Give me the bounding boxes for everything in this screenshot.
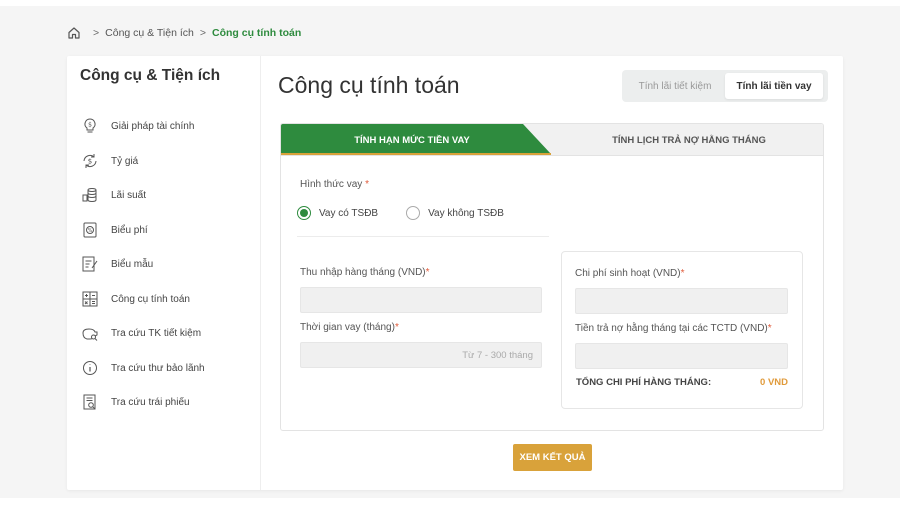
living-cost-input[interactable] [575, 288, 788, 314]
tab-repayment-schedule[interactable]: TÍNH LỊCH TRẢ NỢ HẰNG THÁNG [553, 124, 823, 156]
page-title: Công cụ tính toán [278, 72, 460, 98]
sidebar: Công cụ & Tiện ích $ Giải pháp tài chính… [67, 56, 261, 490]
sidebar-item-bond-lookup[interactable]: Tra cứu trái phiếu [80, 391, 250, 413]
radio-secured-loan[interactable]: Vay có TSĐB [297, 206, 378, 220]
sidebar-item-forms[interactable]: Biểu mẫu [80, 253, 250, 275]
divider [297, 236, 549, 237]
sidebar-item-financial-solutions[interactable]: $ Giải pháp tài chính [80, 115, 250, 137]
home-icon[interactable] [67, 26, 81, 40]
loan-type-radio-group: Vay có TSĐB Vay không TSĐB [297, 206, 532, 220]
fee-document-icon: % [80, 220, 100, 240]
piggy-bank-search-icon [80, 323, 100, 343]
tab-loan-limit[interactable]: TÍNH HẠN MỨC TIỀN VAY [281, 124, 553, 156]
monthly-income-input[interactable] [300, 287, 542, 313]
total-expense-value: 0 VND [760, 377, 788, 388]
sidebar-item-fee-schedule[interactable]: % Biểu phí [80, 219, 250, 241]
tab-loan-limit-label: TÍNH HẠN MỨC TIỀN VAY [354, 134, 470, 146]
radio-secured-loan-label: Vay có TSĐB [319, 207, 379, 219]
sidebar-item-guarantee-lookup[interactable]: Tra cứu thư bảo lãnh [80, 357, 250, 379]
calc-type-toggle: Tính lãi tiết kiệm Tính lãi tiền vay [622, 70, 828, 102]
sidebar-item-calculator[interactable]: Công cụ tính toán [80, 288, 250, 310]
debt-payment-label: Tiền trả nợ hằng tháng tại các TCTD (VND… [575, 323, 772, 334]
sidebar-item-label: Giải pháp tài chính [111, 120, 195, 132]
income-label-text: Thu nhập hàng tháng (VND) [300, 267, 426, 278]
svg-text:$: $ [88, 122, 92, 129]
loan-term-input[interactable] [300, 342, 542, 368]
radio-empty-icon [406, 206, 421, 220]
expenses-box: Chi phí sinh hoạt (VND)* Tiền trả nợ hằn… [561, 251, 803, 409]
required-mark: * [425, 267, 430, 278]
required-mark: * [394, 322, 399, 333]
sidebar-title: Công cụ & Tiện ích [80, 67, 221, 84]
income-label: Thu nhập hàng tháng (VND)* [300, 267, 430, 278]
loan-type-label-text: Hình thức vay [300, 179, 363, 190]
sidebar-item-label: Tra cứu thư bảo lãnh [111, 362, 205, 374]
calculator-panel: TÍNH HẠN MỨC TIỀN VAY TÍNH LỊCH TRẢ NỢ H… [280, 123, 824, 431]
total-expense-row: TỔNG CHI PHÍ HÀNG THÁNG: 0 VND [576, 377, 788, 388]
sidebar-item-label: Tỷ giá [111, 155, 139, 167]
bottom-band [0, 498, 900, 506]
sidebar-item-interest-rate[interactable]: Lãi suất [80, 184, 250, 206]
living-cost-label-text: Chi phí sinh hoạt (VND) [575, 268, 681, 279]
total-expense-label: TỔNG CHI PHÍ HÀNG THÁNG: [576, 377, 712, 388]
calculator-icon [80, 289, 100, 309]
radio-selected-icon [297, 206, 311, 220]
sidebar-item-label: Lãi suất [111, 189, 147, 201]
required-mark: * [680, 268, 685, 279]
svg-text:$: $ [88, 158, 92, 166]
radio-unsecured-loan-label: Vay không TSĐB [428, 207, 504, 219]
tab-bar: TÍNH HẠN MỨC TIỀN VAY TÍNH LỊCH TRẢ NỢ H… [281, 124, 823, 156]
living-cost-label: Chi phí sinh hoạt (VND)* [575, 268, 685, 279]
sidebar-item-exchange-rate[interactable]: $ Tỷ giá [80, 150, 250, 172]
sidebar-item-savings-lookup[interactable]: Tra cứu TK tiết kiệm [80, 322, 250, 344]
breadcrumb-separator: > [199, 27, 206, 39]
view-result-button[interactable]: XEM KẾT QUẢ [513, 444, 592, 471]
content-card: Công cụ & Tiện ích $ Giải pháp tài chính… [67, 56, 843, 490]
sidebar-item-label: Tra cứu TK tiết kiệm [111, 327, 202, 339]
sidebar-item-label: Công cụ tính toán [111, 293, 190, 305]
loan-term-label: Thời gian vay (tháng)* [300, 322, 399, 333]
radio-unsecured-loan[interactable]: Vay không TSĐB [406, 206, 504, 220]
breadcrumb-separator: > [93, 27, 100, 39]
coins-stack-icon [80, 185, 100, 205]
breadcrumb-current: Công cụ tính toán [212, 27, 302, 39]
required-mark: * [767, 323, 772, 334]
sidebar-item-label: Biểu mẫu [111, 258, 154, 270]
loan-type-label: Hình thức vay * [300, 179, 369, 190]
sidebar-item-label: Tra cứu trái phiếu [111, 396, 190, 408]
svg-text:%: % [88, 228, 93, 234]
debt-payment-input[interactable] [575, 343, 788, 369]
info-circle-icon [80, 358, 100, 378]
required-mark: * [365, 179, 369, 190]
form-edit-icon [80, 254, 100, 274]
debt-payment-label-text: Tiền trả nợ hằng tháng tại các TCTD (VND… [575, 323, 768, 334]
loan-term-label-text: Thời gian vay (tháng) [300, 322, 395, 333]
breadcrumb: > Công cụ & Tiện ích > Công cụ tính toán [67, 25, 301, 41]
document-search-icon [80, 392, 100, 412]
toggle-savings-interest[interactable]: Tính lãi tiết kiệm [625, 73, 725, 99]
lightbulb-dollar-icon: $ [80, 116, 100, 136]
exchange-dollar-icon: $ [80, 151, 100, 171]
breadcrumb-item-tools[interactable]: Công cụ & Tiện ích [105, 27, 194, 39]
sidebar-item-label: Biểu phí [111, 224, 148, 236]
top-band [0, 0, 900, 6]
toggle-loan-interest[interactable]: Tính lãi tiền vay [725, 73, 823, 99]
